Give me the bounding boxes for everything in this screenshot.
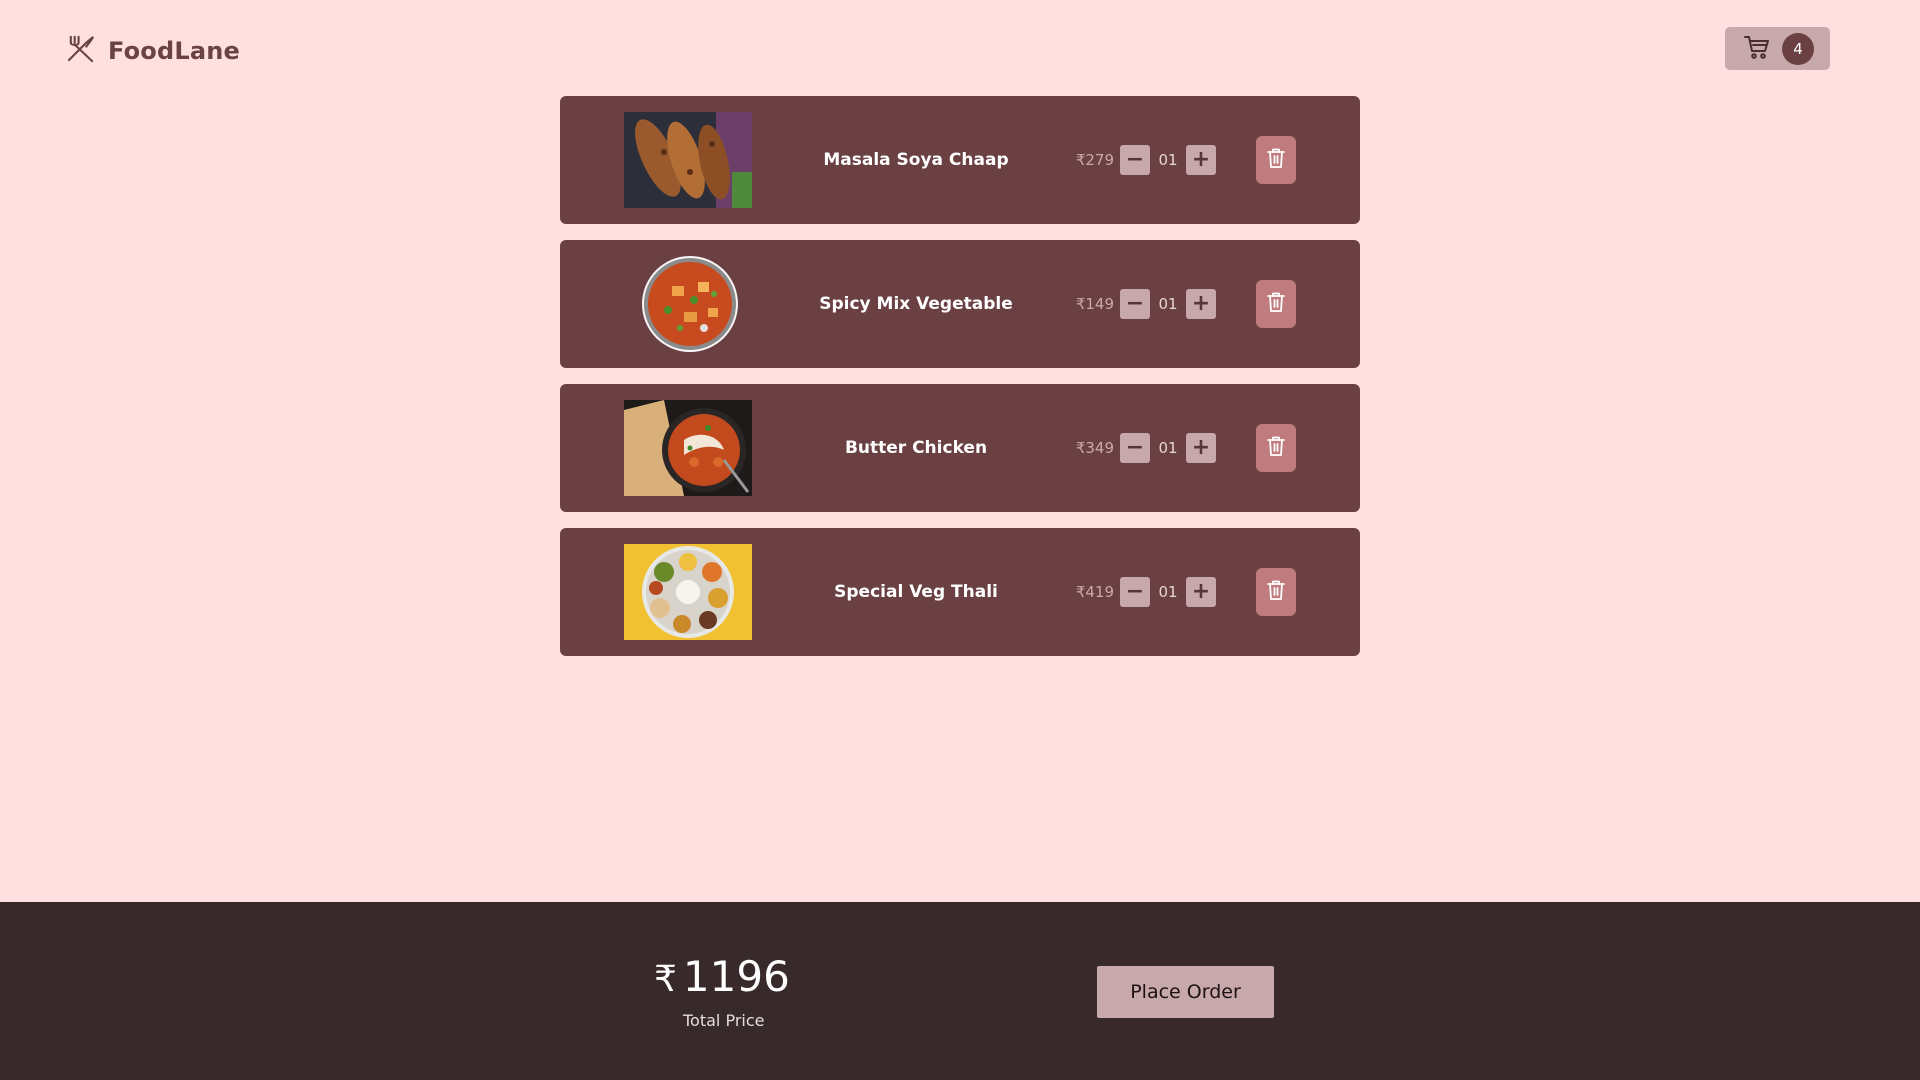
decrement-button[interactable]: − (1120, 289, 1150, 319)
shopping-cart-icon (1744, 34, 1770, 64)
decrement-button[interactable]: − (1120, 145, 1150, 175)
price-value: 149 (1085, 295, 1114, 313)
total-price: ₹ 1196 (654, 952, 790, 1001)
increment-button[interactable]: + (1186, 577, 1216, 607)
item-image (624, 544, 752, 640)
increment-button[interactable]: + (1186, 145, 1216, 175)
price-value: 349 (1085, 439, 1114, 457)
quantity-value: 01 (1158, 583, 1178, 601)
brand-logo[interactable]: FoodLane (65, 33, 240, 68)
delete-item-button[interactable] (1256, 568, 1296, 616)
increment-button[interactable]: + (1186, 289, 1216, 319)
item-name: Masala Soya Chaap (823, 150, 1009, 170)
cart-item: Butter Chicken ₹ 349 − 01 + (560, 384, 1360, 512)
quantity-value: 01 (1158, 295, 1178, 313)
currency-symbol: ₹ (1075, 439, 1086, 457)
item-image (624, 112, 752, 208)
quantity-stepper: − 01 + (1120, 577, 1216, 607)
quantity-value: 01 (1158, 439, 1178, 457)
quantity-stepper: − 01 + (1120, 433, 1216, 463)
trash-icon (1266, 291, 1286, 317)
price-value: 419 (1085, 583, 1114, 601)
cart-item: Spicy Mix Vegetable ₹ 149 − 01 + (560, 240, 1360, 368)
delete-item-button[interactable] (1256, 136, 1296, 184)
total-amount: 1196 (682, 952, 790, 1001)
checkout-footer: ₹ 1196 Total Price Place Order (0, 902, 1920, 1080)
item-name: Butter Chicken (844, 438, 988, 458)
cart-item: Masala Soya Chaap ₹ 279 − 01 + (560, 96, 1360, 224)
currency-symbol: ₹ (1075, 151, 1086, 169)
quantity-stepper: − 01 + (1120, 289, 1216, 319)
cart-count-badge: 4 (1782, 32, 1814, 65)
brand-name: FoodLane (108, 36, 241, 65)
currency-symbol: ₹ (654, 959, 677, 1000)
item-price: ₹ 419 (1058, 528, 1114, 656)
price-value: 279 (1085, 151, 1114, 169)
item-price: ₹ 279 (1058, 96, 1114, 224)
item-price: ₹ 149 (1058, 240, 1114, 368)
trash-icon (1266, 579, 1286, 605)
item-name: Spicy Mix Vegetable (819, 294, 1013, 314)
trash-icon (1266, 435, 1286, 461)
trash-icon (1266, 147, 1286, 173)
item-name: Special Veg Thali (834, 582, 998, 602)
quantity-stepper: − 01 + (1120, 145, 1216, 175)
item-price: ₹ 349 (1058, 384, 1114, 512)
quantity-value: 01 (1158, 151, 1178, 169)
cart-button[interactable]: 4 (1725, 27, 1830, 70)
cart-item: Special Veg Thali ₹ 419 − 01 + (560, 528, 1360, 656)
increment-button[interactable]: + (1186, 433, 1216, 463)
item-image (624, 400, 752, 496)
total-price-label: Total Price (683, 1011, 765, 1030)
currency-symbol: ₹ (1075, 583, 1086, 601)
decrement-button[interactable]: − (1120, 577, 1150, 607)
currency-symbol: ₹ (1075, 295, 1086, 313)
decrement-button[interactable]: − (1120, 433, 1150, 463)
item-image (624, 256, 752, 352)
utensils-crossed-icon (65, 33, 96, 68)
cart-items-list: Masala Soya Chaap ₹ 279 − 01 + Spicy Mix… (560, 96, 1360, 672)
delete-item-button[interactable] (1256, 424, 1296, 472)
place-order-button[interactable]: Place Order (1097, 966, 1274, 1018)
delete-item-button[interactable] (1256, 280, 1296, 328)
